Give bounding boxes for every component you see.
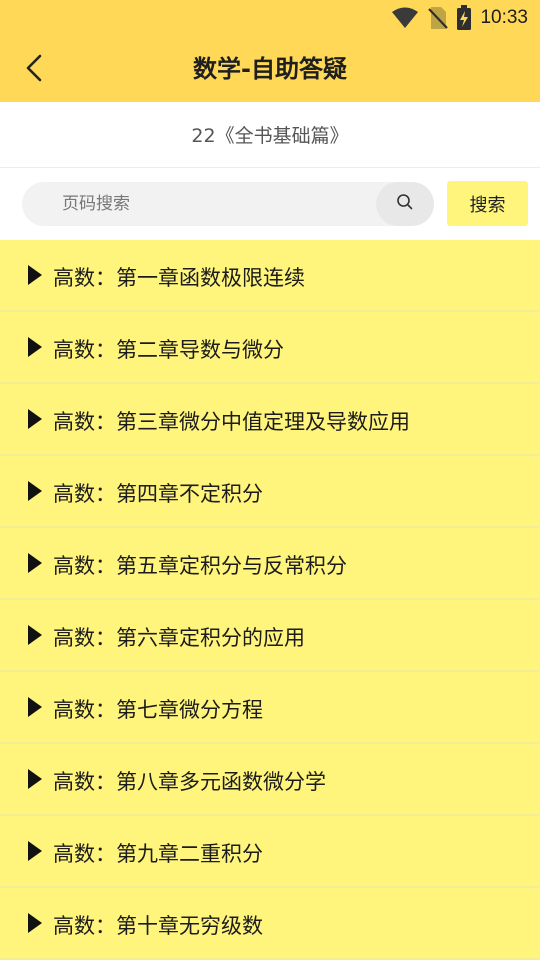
- chapter-label: 高数：第七章微分方程: [53, 698, 263, 722]
- back-button[interactable]: [14, 50, 54, 90]
- chapter-item[interactable]: 高数：第五章定积分与反常积分: [0, 528, 540, 600]
- expand-arrow-icon: [27, 840, 43, 862]
- expand-arrow-icon: [27, 768, 43, 790]
- chapter-item[interactable]: 高数：第七章微分方程: [0, 672, 540, 744]
- chapter-item[interactable]: 高数：第八章多元函数微分学: [0, 744, 540, 816]
- expand-arrow-icon: [27, 624, 43, 646]
- chapter-label: 高数：第九章二重积分: [53, 842, 263, 866]
- chapter-item[interactable]: 高数：第二章导数与微分: [0, 312, 540, 384]
- wifi-icon: [392, 7, 419, 29]
- search-button[interactable]: 搜索: [447, 181, 528, 226]
- battery-charging-icon: [456, 5, 472, 31]
- expand-arrow-icon: [27, 696, 43, 718]
- no-sim-icon: [428, 6, 449, 30]
- search-icon: [396, 193, 414, 215]
- expand-arrow-icon: [27, 408, 43, 430]
- book-title-row: 22《全书基础篇》: [0, 102, 540, 168]
- expand-arrow-icon: [27, 264, 43, 286]
- status-clock: 10:33: [480, 7, 528, 28]
- chevron-left-icon: [24, 53, 44, 87]
- chapter-item[interactable]: 高数：第六章定积分的应用: [0, 600, 540, 672]
- chapter-item[interactable]: 高数：第三章微分中值定理及导数应用: [0, 384, 540, 456]
- chapter-list: 高数：第一章函数极限连续 高数：第二章导数与微分 高数：第三章微分中值定理及导数…: [0, 240, 540, 960]
- chapter-item[interactable]: 高数：第十章无穷级数: [0, 888, 540, 960]
- expand-arrow-icon: [27, 480, 43, 502]
- chapter-label: 高数：第六章定积分的应用: [53, 626, 305, 650]
- search-box: [22, 182, 434, 226]
- expand-arrow-icon: [27, 552, 43, 574]
- chapter-label: 高数：第二章导数与微分: [53, 338, 284, 362]
- chapter-item[interactable]: 高数：第九章二重积分: [0, 816, 540, 888]
- status-bar: 10:33: [0, 0, 540, 36]
- expand-arrow-icon: [27, 336, 43, 358]
- book-title: 22《全书基础篇》: [191, 125, 349, 147]
- chapter-label: 高数：第三章微分中值定理及导数应用: [53, 410, 410, 434]
- page-search-input[interactable]: [40, 182, 370, 226]
- app-header: 10:33 数学-自助答疑: [0, 0, 540, 102]
- chapter-label: 高数：第十章无穷级数: [53, 914, 263, 938]
- chapter-label: 高数：第八章多元函数微分学: [53, 770, 326, 794]
- chapter-item[interactable]: 高数：第一章函数极限连续: [0, 240, 540, 312]
- expand-arrow-icon: [27, 912, 43, 934]
- page-title: 数学-自助答疑: [193, 55, 347, 83]
- chapter-label: 高数：第五章定积分与反常积分: [53, 554, 347, 578]
- search-icon-button[interactable]: [376, 182, 434, 226]
- status-icons: 10:33: [392, 5, 528, 31]
- search-row: 搜索: [0, 168, 540, 240]
- chapter-label: 高数：第四章不定积分: [53, 482, 263, 506]
- chapter-item[interactable]: 高数：第四章不定积分: [0, 456, 540, 528]
- chapter-label: 高数：第一章函数极限连续: [53, 266, 305, 290]
